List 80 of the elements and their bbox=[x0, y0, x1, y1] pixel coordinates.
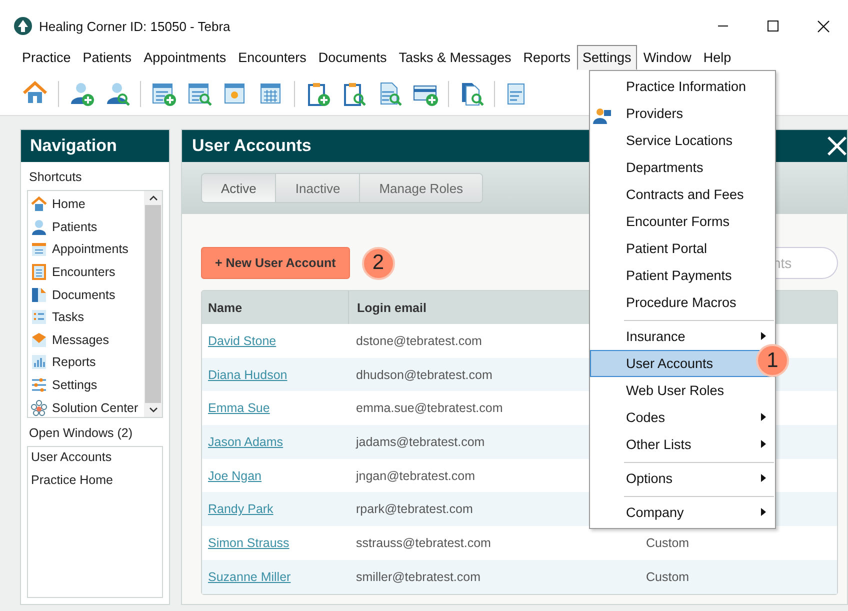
user-name-link[interactable]: Emma Sue bbox=[208, 401, 270, 416]
person-icon bbox=[31, 218, 47, 235]
app-logo-icon bbox=[14, 17, 32, 35]
shortcut-item[interactable]: Tasks bbox=[28, 306, 144, 329]
close-icon[interactable] bbox=[827, 136, 847, 156]
table-cell-text: Custom bbox=[645, 570, 690, 584]
table-cell-text: smiller@tebratest.com bbox=[355, 570, 482, 584]
menu-item[interactable]: Window bbox=[637, 44, 698, 70]
table-cell-text: emma.sue@tebratest.com bbox=[355, 401, 504, 416]
shortcuts-label: Shortcuts bbox=[28, 169, 83, 186]
user-name-link[interactable]: David Stone bbox=[208, 334, 276, 348]
menu-item[interactable]: Practice bbox=[16, 44, 77, 70]
menu-item[interactable]: Service Locations bbox=[590, 127, 775, 154]
sliders-icon bbox=[31, 377, 47, 394]
shortcut-item[interactable]: Patients bbox=[28, 216, 144, 238]
submenu-arrow-icon bbox=[761, 474, 766, 482]
scrollbar-thumb[interactable] bbox=[145, 205, 161, 403]
menu-item[interactable]: Practice Information bbox=[590, 73, 775, 100]
provider-icon bbox=[593, 108, 611, 124]
home-icon bbox=[31, 196, 47, 212]
submenu-arrow-icon bbox=[761, 413, 766, 421]
menu-item[interactable]: Other Lists bbox=[590, 431, 775, 458]
menu-item[interactable]: Providers bbox=[590, 100, 775, 127]
document-icon bbox=[31, 286, 47, 303]
shortcut-item[interactable]: Messages bbox=[28, 328, 144, 352]
menu-item[interactable]: Encounter Forms bbox=[590, 208, 775, 235]
menu-item[interactable]: Web User Roles bbox=[590, 377, 775, 404]
tab[interactable]: Inactive bbox=[276, 174, 360, 202]
menu-item[interactable]: Patient Payments bbox=[590, 262, 775, 289]
menu-item[interactable]: Codes bbox=[590, 404, 775, 431]
menu-item[interactable]: Settings bbox=[576, 44, 638, 70]
shortcut-item[interactable]: Home bbox=[28, 193, 144, 216]
new-user-account-button[interactable]: + New User Account bbox=[201, 247, 350, 279]
open-windows-label: Open Windows (2) bbox=[28, 425, 134, 442]
flower-icon bbox=[31, 400, 47, 416]
shortcut-item[interactable]: Appointments bbox=[28, 238, 144, 261]
menu-item[interactable]: Patients bbox=[76, 44, 138, 70]
message-icon bbox=[31, 332, 47, 348]
task-list-icon bbox=[31, 309, 47, 326]
open-window-item[interactable]: User Accounts bbox=[30, 450, 160, 473]
submenu-arrow-icon bbox=[761, 508, 766, 516]
shortcut-item[interactable]: Settings bbox=[28, 374, 144, 396]
bar-chart-icon bbox=[31, 354, 47, 370]
calendar-icon bbox=[31, 241, 47, 258]
open-window-item[interactable]: Practice Home bbox=[30, 473, 160, 496]
menu-item[interactable]: Patient Portal bbox=[590, 235, 775, 262]
user-search-icon[interactable] bbox=[104, 80, 131, 107]
clipboard-icon bbox=[31, 264, 47, 280]
user-name-link[interactable]: Simon Strauss bbox=[208, 536, 290, 550]
shortcut-item[interactable]: Solution Center bbox=[28, 396, 144, 419]
menu-item[interactable]: Help bbox=[697, 44, 738, 70]
user-name-link[interactable]: Joe Ngan bbox=[208, 468, 262, 483]
scrollbar[interactable] bbox=[144, 191, 162, 417]
step-badge: 2 bbox=[362, 246, 395, 280]
chevron-up-icon[interactable] bbox=[148, 195, 158, 201]
table-cell-text: Custom bbox=[645, 536, 690, 550]
window-title: Healing Corner ID: 15050 - Tebra bbox=[39, 18, 230, 34]
submenu-arrow-icon bbox=[761, 332, 766, 340]
close-icon bbox=[816, 20, 830, 32]
menu-item[interactable]: Contracts and Fees bbox=[590, 181, 775, 208]
user-add-icon[interactable] bbox=[68, 80, 95, 107]
tab[interactable]: Manage Roles bbox=[360, 174, 482, 202]
submenu-arrow-icon bbox=[761, 440, 766, 448]
tab[interactable]: Active bbox=[202, 174, 276, 202]
menu-item[interactable]: Encounters bbox=[232, 44, 312, 70]
menu-item[interactable]: Documents bbox=[312, 44, 393, 70]
menu-item[interactable]: Departments bbox=[590, 154, 775, 181]
shortcut-item[interactable]: Reports bbox=[28, 351, 144, 374]
menu-item[interactable]: Reports bbox=[517, 44, 577, 70]
table-cell-text: dhudson@tebratest.com bbox=[355, 368, 494, 382]
chevron-down-icon[interactable] bbox=[148, 407, 158, 413]
column-header: Name bbox=[207, 300, 244, 314]
maximize-icon bbox=[767, 20, 779, 32]
navigation-title: Navigation bbox=[21, 130, 169, 162]
table-cell-text: sstrauss@tebratest.com bbox=[355, 536, 492, 550]
menu-item[interactable]: Appointments bbox=[138, 44, 232, 70]
panel-title: User Accounts bbox=[192, 136, 312, 156]
shortcut-item[interactable]: Encounters bbox=[28, 260, 144, 284]
menu-item[interactable]: Tasks & Messages bbox=[392, 44, 518, 70]
shortcut-item[interactable]: Documents bbox=[28, 283, 144, 306]
